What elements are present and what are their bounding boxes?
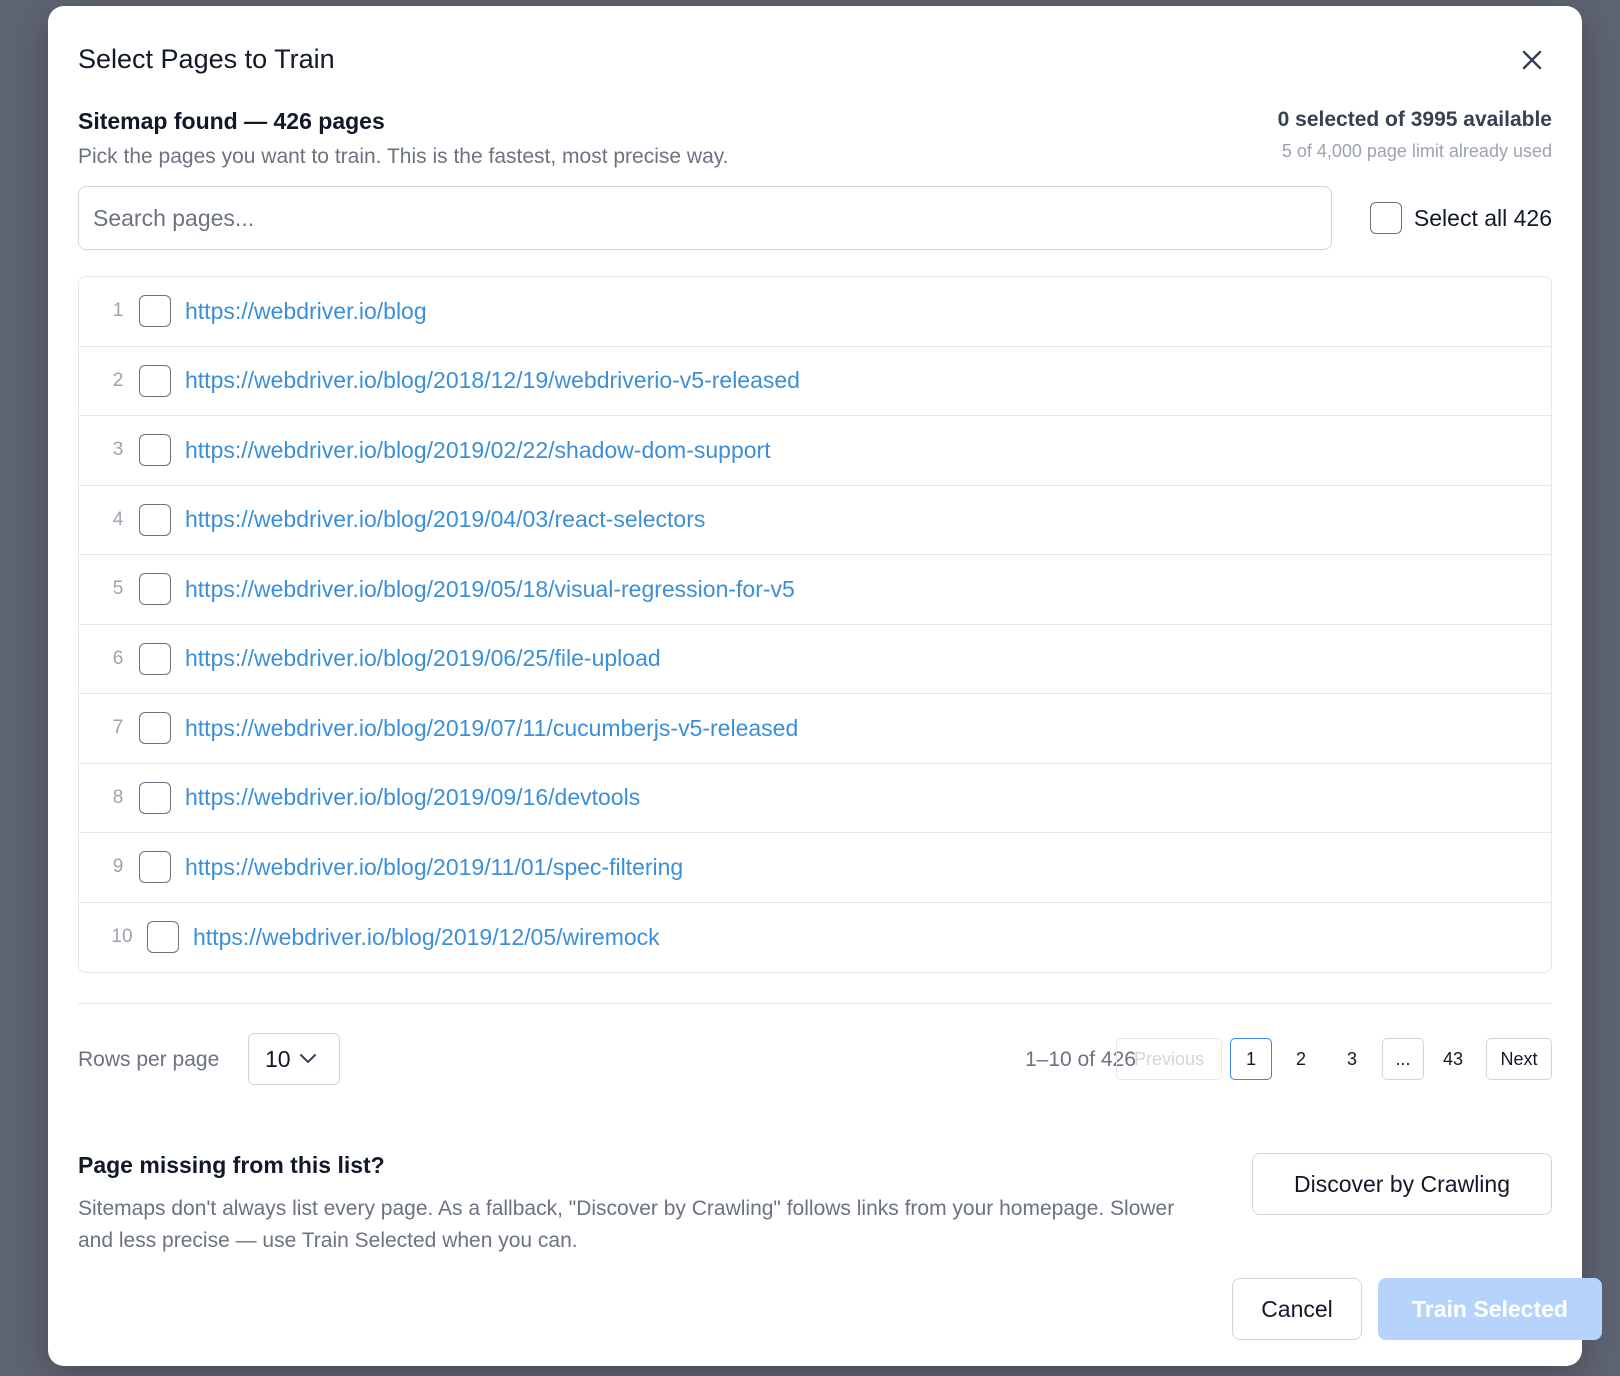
close-button[interactable] (1512, 40, 1552, 80)
page-button-2[interactable]: 2 (1280, 1038, 1322, 1080)
list-item: 3 https://webdriver.io/blog/2019/02/22/s… (79, 416, 1551, 486)
selection-summary: 0 selected of 3995 available 5 of 4,000 … (1278, 108, 1552, 162)
sitemap-description: Pick the pages you want to train. This i… (78, 145, 729, 168)
page-button-3[interactable]: 3 (1331, 1038, 1373, 1080)
page-link[interactable]: https://webdriver.io/blog/2019/12/05/wir… (193, 924, 660, 951)
row-number: 8 (112, 786, 124, 808)
page-checkbox[interactable] (139, 503, 171, 536)
row-number: 1 (112, 300, 124, 322)
page-ellipsis-button[interactable]: ... (1382, 1038, 1424, 1080)
page-link[interactable]: https://webdriver.io/blog/2019/05/18/vis… (185, 576, 795, 603)
missing-page-heading: Page missing from this list? (78, 1152, 385, 1178)
list-item: 2 https://webdriver.io/blog/2018/12/19/w… (79, 347, 1551, 416)
page-checkbox[interactable] (139, 712, 171, 745)
page-checkbox[interactable] (139, 434, 171, 467)
page-link[interactable]: https://webdriver.io/blog (185, 298, 427, 325)
list-item: 5 https://webdriver.io/blog/2019/05/18/v… (79, 555, 1551, 625)
close-icon (1522, 50, 1542, 70)
section-divider (78, 1003, 1552, 1004)
missing-page-section: Page missing from this list? Sitemaps do… (78, 1152, 1198, 1257)
discover-by-crawling-button[interactable]: Discover by Crawling (1252, 1153, 1552, 1215)
page-checkbox[interactable] (139, 642, 171, 675)
list-item: 9 https://webdriver.io/blog/2019/11/01/s… (79, 833, 1551, 903)
previous-page-button[interactable]: Previous (1116, 1038, 1222, 1080)
select-all-checkbox[interactable] (1369, 202, 1402, 234)
row-number: 10 (111, 926, 133, 948)
sitemap-heading: Sitemap found — 426 pages (78, 108, 385, 134)
rows-per-page-value: 10 (265, 1045, 291, 1072)
page-link[interactable]: https://webdriver.io/blog/2019/02/22/sha… (185, 437, 771, 464)
row-number: 3 (112, 439, 124, 461)
page-link[interactable]: https://webdriver.io/blog/2019/11/01/spe… (185, 854, 683, 881)
page-checkbox[interactable] (139, 851, 171, 884)
page-limit-text: 5 of 4,000 page limit already used (1281, 141, 1552, 161)
search-input[interactable] (78, 186, 1332, 250)
list-item: 1 https://webdriver.io/blog (79, 277, 1551, 347)
page-checkbox[interactable] (139, 573, 171, 606)
page-checkbox[interactable] (147, 921, 179, 954)
row-number: 5 (112, 578, 124, 600)
pages-list: 1 https://webdriver.io/blog 2 https://we… (78, 276, 1552, 973)
cancel-button[interactable]: Cancel (1232, 1278, 1362, 1340)
page-link[interactable]: https://webdriver.io/blog/2018/12/19/web… (185, 367, 800, 394)
list-item: 10 https://webdriver.io/blog/2019/12/05/… (79, 903, 1551, 973)
list-item: 4 https://webdriver.io/blog/2019/04/03/r… (79, 486, 1551, 555)
page-checkbox[interactable] (139, 295, 171, 328)
select-all-toggle[interactable]: Select all 426 (1369, 202, 1552, 234)
train-selected-button[interactable]: Train Selected (1378, 1278, 1602, 1340)
page-checkbox[interactable] (139, 364, 171, 397)
row-number: 4 (112, 508, 124, 530)
page-link[interactable]: https://webdriver.io/blog/2019/06/25/fil… (185, 645, 661, 672)
page-link[interactable]: https://webdriver.io/blog/2019/07/11/cuc… (185, 715, 798, 742)
page-button-1[interactable]: 1 (1230, 1038, 1272, 1080)
chevron-down-icon (299, 1054, 316, 1063)
next-page-button[interactable]: Next (1486, 1038, 1552, 1080)
rows-per-page-select[interactable]: 10 (248, 1033, 340, 1085)
modal-title: Select Pages to Train (78, 44, 335, 74)
row-number: 9 (112, 856, 124, 878)
rows-per-page-label: Rows per page (78, 1048, 220, 1071)
select-pages-modal: Select Pages to Train Sitemap found — 42… (48, 6, 1602, 1366)
select-all-label: Select all 426 (1413, 204, 1552, 231)
row-number: 6 (112, 647, 124, 669)
missing-page-description: Sitemaps don't always list every page. A… (78, 1197, 1175, 1252)
page-button-last[interactable]: 43 (1431, 1038, 1475, 1080)
sitemap-summary: Sitemap found — 426 pages Pick the pages… (78, 108, 729, 169)
page-checkbox[interactable] (139, 781, 171, 814)
row-number: 2 (112, 369, 124, 391)
page-link[interactable]: https://webdriver.io/blog/2019/09/16/dev… (185, 784, 640, 811)
list-item: 6 https://webdriver.io/blog/2019/06/25/f… (79, 625, 1551, 694)
row-number: 7 (112, 717, 124, 739)
page-link[interactable]: https://webdriver.io/blog/2019/04/03/rea… (185, 506, 705, 533)
selected-count: 0 selected of 3995 available (1277, 108, 1552, 131)
list-item: 7 https://webdriver.io/blog/2019/07/11/c… (79, 694, 1551, 764)
list-item: 8 https://webdriver.io/blog/2019/09/16/d… (79, 764, 1551, 833)
